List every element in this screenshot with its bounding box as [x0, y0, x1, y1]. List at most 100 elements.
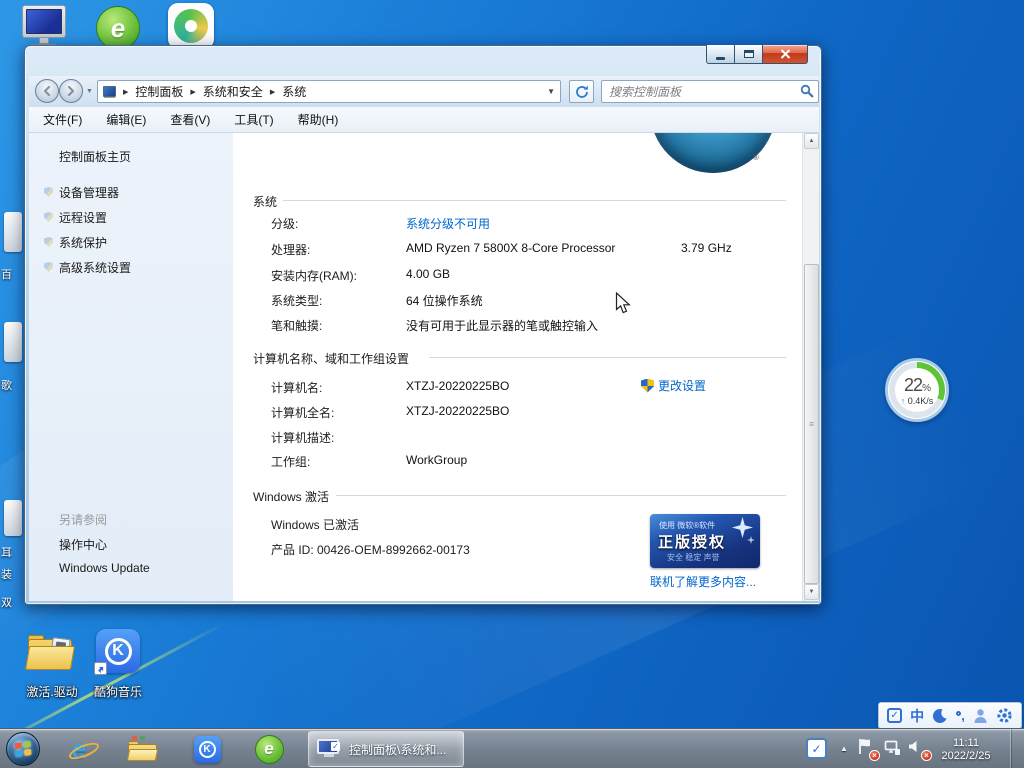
section-title-computer-name: 计算机名称、域和工作组设置 [253, 350, 409, 367]
system-type-label: 系统类型: [271, 292, 322, 309]
ime-logo-icon[interactable]: ✓ [887, 708, 902, 723]
punctuation-icon[interactable]: , [956, 711, 965, 721]
menu-help[interactable]: 帮助(H) [298, 111, 339, 128]
sidebar-item-advanced-system-settings[interactable]: 高级系统设置 [59, 259, 131, 276]
net-speed-value: 0.4K/s [908, 396, 934, 406]
computer-name-value: XTZJ-20220225BO [406, 379, 509, 393]
desktop-icon-360-browser[interactable]: e [96, 6, 140, 50]
moon-icon[interactable] [932, 708, 948, 724]
desktop-icon-partial[interactable] [4, 212, 22, 252]
sidebar-item-device-manager[interactable]: 设备管理器 [59, 184, 119, 201]
action-center-flag-icon[interactable]: × [858, 738, 876, 758]
user-icon[interactable] [973, 708, 988, 724]
search-box[interactable] [601, 80, 819, 103]
sparkle-icon [747, 536, 755, 544]
search-icon [800, 84, 814, 98]
scroll-down-button[interactable]: ▼ [804, 584, 819, 600]
upload-arrow-icon: ↑ [901, 396, 906, 406]
sidebar-item-action-center[interactable]: 操作中心 [59, 536, 107, 553]
workgroup-value: WorkGroup [406, 453, 467, 467]
gear-icon[interactable] [996, 707, 1013, 724]
windows-flag-icon [15, 741, 32, 757]
desktop-icon-activation-driver-folder[interactable] [27, 630, 75, 672]
workgroup-label: 工作组: [271, 453, 310, 470]
close-icon [780, 49, 791, 59]
shortcut-arrow-icon [94, 662, 107, 675]
recent-pages-dropdown[interactable]: ▼ [86, 88, 93, 95]
address-bar[interactable]: ▶ 控制面板 ▶ 系统和安全 ▶ 系统 ▼ [97, 80, 561, 103]
chinese-mode-icon[interactable]: 中 [910, 706, 924, 726]
show-hidden-icons-button[interactable]: ▲ [840, 744, 848, 768]
desktop-icon-partial[interactable] [4, 322, 22, 362]
registered-mark: ® [753, 153, 759, 162]
menu-tools[interactable]: 工具(T) [234, 111, 273, 128]
sidebar-item-windows-update[interactable]: Windows Update [59, 561, 150, 575]
scroll-up-button[interactable]: ▲ [804, 133, 819, 149]
desktop-icon-partial[interactable] [4, 500, 22, 536]
forward-button[interactable] [59, 79, 83, 103]
net-speed-floating-ball[interactable]: 22% ↑ 0.4K/s [885, 358, 949, 422]
show-desktop-button[interactable] [1010, 729, 1024, 768]
shield-icon [44, 262, 53, 272]
address-dropdown-icon[interactable]: ▼ [547, 87, 555, 96]
taskbar-clock[interactable]: 11:11 2022/2/25 [928, 731, 1004, 767]
back-arrow-icon [41, 85, 53, 97]
sidebar-item-remote-settings[interactable]: 远程设置 [59, 209, 107, 226]
genuine-software-badge[interactable]: 使用 微软®软件 正版授权 安全 稳定 声誉 [650, 514, 760, 568]
rating-label: 分级: [271, 215, 298, 232]
computer-name-label: 计算机名: [271, 379, 322, 396]
window-controls [706, 45, 808, 64]
minimize-button[interactable] [706, 45, 735, 64]
sidebar-item-control-panel-home[interactable]: 控制面板主页 [59, 148, 131, 165]
taskbar-kugou-icon[interactable]: K [190, 734, 224, 764]
menu-view[interactable]: 查看(V) [170, 111, 210, 128]
maximize-button[interactable] [735, 45, 763, 64]
computer-description-label: 计算机描述: [271, 429, 334, 446]
vertical-scrollbar[interactable]: ▲ ≡ ▼ [802, 133, 819, 601]
back-button[interactable] [35, 79, 59, 103]
taskbar-ie-icon[interactable]: e [62, 734, 96, 764]
clock-time: 11:11 [953, 737, 979, 749]
taskbar-360-browser-icon[interactable]: e [252, 734, 286, 764]
menu-file[interactable]: 文件(F) [43, 111, 82, 128]
cpu-value: AMD Ryzen 7 5800X 8-Core Processor [406, 241, 615, 255]
network-tray-icon[interactable] [884, 740, 902, 758]
window-titlebar[interactable] [25, 46, 821, 76]
breadcrumb-system-security[interactable]: 系统和安全 [203, 83, 263, 100]
desktop: e 百 歌 耳 装 双 激活.驱动 K 酷狗音乐 [0, 0, 1024, 768]
volume-tray-icon[interactable]: × [908, 739, 928, 758]
section-rule [429, 357, 786, 358]
menu-bar: 文件(F) 编辑(E) 查看(V) 工具(T) 帮助(H) [29, 107, 819, 133]
thumb-grip-icon: ≡ [809, 419, 814, 429]
change-settings-link[interactable]: 更改设置 [641, 377, 706, 394]
window-body: 控制面板主页 设备管理器 远程设置 系统保护 高级系统设置 另请参阅 操作中心 … [29, 133, 819, 601]
start-button[interactable] [6, 732, 40, 766]
kugou-k-icon: K [194, 736, 221, 763]
tray-ime-icon[interactable]: ✓ [806, 738, 827, 768]
menu-edit[interactable]: 编辑(E) [106, 111, 146, 128]
sidebar-item-system-protection[interactable]: 系统保护 [59, 234, 107, 251]
close-button[interactable] [763, 45, 808, 64]
activation-status: Windows 已激活 [271, 516, 359, 533]
refresh-button[interactable] [569, 80, 594, 103]
learn-more-online-link[interactable]: 联机了解更多内容... [650, 573, 756, 590]
desktop-icon-label-fragment: 耳 [1, 544, 12, 560]
desktop-icon-kugou[interactable]: K [96, 629, 140, 673]
monitor-icon [22, 5, 66, 38]
mouse-cursor [615, 292, 632, 319]
folder-icon [27, 630, 75, 672]
taskbar-explorer-icon[interactable] [126, 734, 160, 764]
active-task-control-panel[interactable]: ✓ 控制面板\系统和... [308, 731, 464, 767]
search-input[interactable] [601, 80, 819, 103]
shield-icon [44, 187, 53, 197]
task-label: 控制面板\系统和... [349, 741, 446, 758]
breadcrumb-separator-icon: ▶ [190, 88, 195, 96]
desktop-icon-computer[interactable] [22, 5, 66, 49]
section-rule [283, 200, 786, 201]
scrollbar-thumb[interactable]: ≡ [804, 264, 819, 584]
breadcrumb-control-panel[interactable]: 控制面板 [135, 83, 183, 100]
desktop-icon-label-fragment: 百 [1, 266, 12, 282]
desktop-icon-app[interactable] [168, 3, 214, 49]
breadcrumb-system[interactable]: 系统 [282, 83, 306, 100]
rating-unavailable-link[interactable]: 系统分级不可用 [406, 215, 490, 232]
